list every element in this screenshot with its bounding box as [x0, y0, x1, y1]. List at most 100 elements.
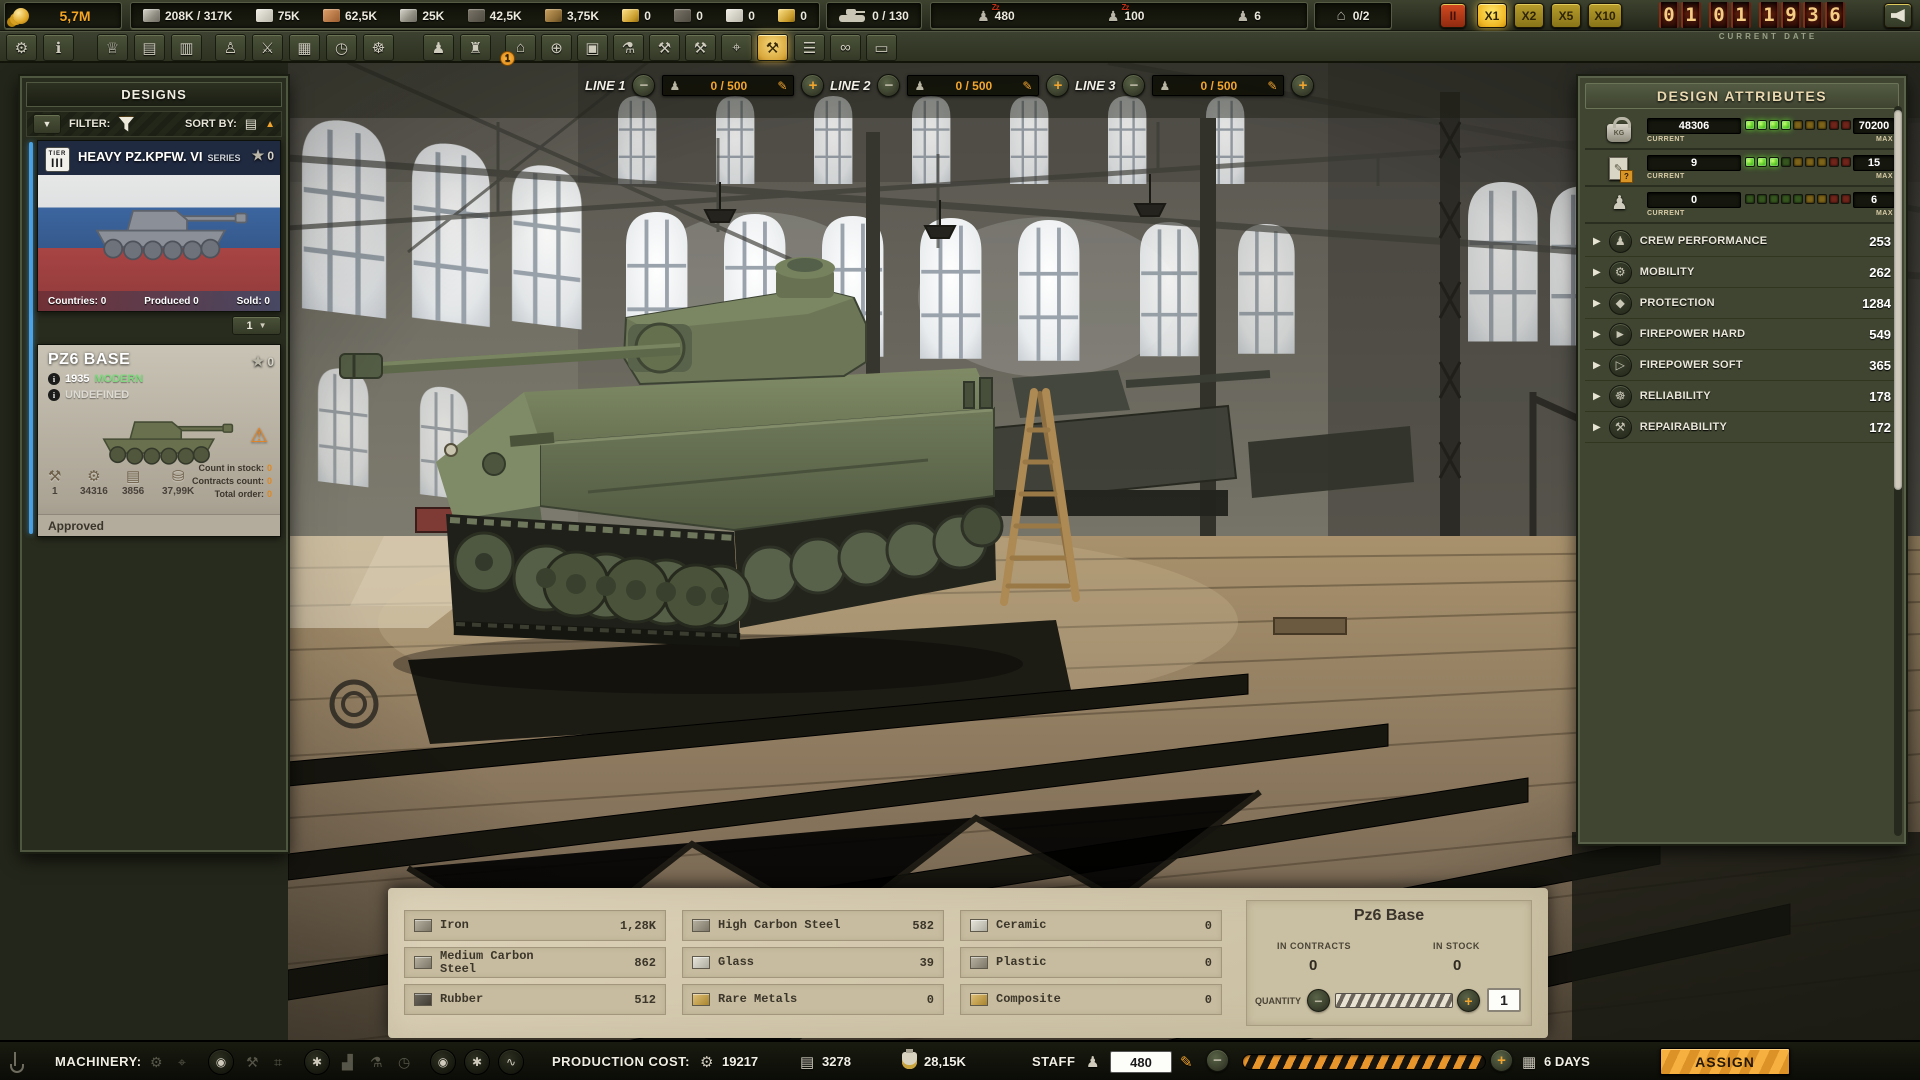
expand-arrow-icon[interactable]: ▶: [1593, 236, 1601, 247]
machine-press-icon[interactable]: ⌖: [178, 1054, 186, 1071]
sort-direction-icon[interactable]: ▲: [265, 119, 275, 130]
coal-icon: [674, 9, 691, 22]
attributes-scrollbar-thumb[interactable]: [1894, 110, 1902, 490]
personnel-button[interactable]: ♟: [423, 34, 454, 61]
speed-x10-button[interactable]: X10: [1588, 3, 1622, 28]
crew-led-gauge: [1745, 194, 1851, 204]
research-button[interactable]: ⚗: [613, 34, 644, 61]
build-time-stat: ⚒ 1: [48, 467, 61, 497]
machine-anvil-icon[interactable]: ▟: [342, 1054, 353, 1071]
speed-x5-button[interactable]: X5: [1551, 3, 1581, 28]
expand-arrow-icon[interactable]: ▶: [1593, 267, 1601, 278]
maintenance-button[interactable]: ⚒: [685, 34, 716, 61]
workshop-button[interactable]: ⚒: [649, 34, 680, 61]
machine-caliper-icon[interactable]: ⌗: [274, 1054, 282, 1071]
edit-pencil-icon[interactable]: ✎: [1267, 80, 1277, 92]
line-2-increase-button[interactable]: +: [1046, 74, 1069, 97]
gear-icon: ⚙: [87, 467, 100, 485]
sound-button[interactable]: [1884, 3, 1912, 28]
military-button[interactable]: ⚔: [252, 34, 283, 61]
machine-saw-button[interactable]: ✱: [464, 1049, 490, 1075]
attribute-row-firepower-soft[interactable]: ▶ ▷ FIREPOWER SOFT 365: [1585, 350, 1899, 381]
armor-button[interactable]: ☰: [794, 34, 825, 61]
newspaper-button[interactable]: ▤: [134, 34, 165, 61]
machine-gauge-icon[interactable]: ◷: [398, 1054, 410, 1071]
variant-count-dropdown[interactable]: 1 ▼: [232, 316, 281, 335]
line-1-increase-button[interactable]: +: [801, 74, 824, 97]
machine-lathe-button[interactable]: ◉: [430, 1049, 456, 1075]
modules-button[interactable]: ▭: [866, 34, 897, 61]
staff-increase-button[interactable]: +: [1490, 1049, 1513, 1072]
attribute-row-mobility[interactable]: ▶ ⚙ MOBILITY 262: [1585, 257, 1899, 288]
line-3-increase-button[interactable]: +: [1291, 74, 1314, 97]
expand-arrow-icon[interactable]: ▶: [1593, 360, 1601, 371]
slots-current: 9: [1647, 155, 1741, 171]
info-button[interactable]: ℹ: [43, 34, 74, 61]
attribute-row-reliability[interactable]: ▶ ☸ RELIABILITY 178: [1585, 381, 1899, 412]
edit-pencil-icon[interactable]: ✎: [1022, 80, 1032, 92]
filter-funnel-icon[interactable]: [118, 117, 134, 132]
chassis-button[interactable]: ∞: [830, 34, 861, 61]
attribute-row-crew-performance[interactable]: ▶ ♟ CREW PERFORMANCE 253: [1585, 226, 1899, 257]
money-cost-stat: ⛁ 37,99K: [162, 467, 194, 497]
edit-pencil-icon[interactable]: ✎: [777, 80, 787, 92]
speed-x1-button[interactable]: X1: [1477, 3, 1507, 28]
design-bureau-button[interactable]: ⌖: [721, 34, 752, 61]
staff-edit-pencil-icon[interactable]: ✎: [1180, 1053, 1193, 1071]
design-variant-card[interactable]: PZ6 BASE ★ 0 i 1935 MODERN i UNDEFINED: [37, 344, 281, 537]
line-1-capacity[interactable]: ♟ 0 / 500 ✎: [662, 75, 794, 96]
line-2-capacity[interactable]: ♟ 0 / 500 ✎: [907, 75, 1039, 96]
order-info: Total order:0: [215, 489, 272, 499]
speed-x2-button[interactable]: X2: [1514, 3, 1544, 28]
machinery-button[interactable]: ☸: [363, 34, 394, 61]
reports-button[interactable]: ▥: [171, 34, 202, 61]
sort-icon[interactable]: ▤: [245, 116, 257, 132]
line-3-capacity[interactable]: ♟ 0 / 500 ✎: [1152, 75, 1284, 96]
history-button[interactable]: ◷: [326, 34, 357, 61]
quantity-increase-button[interactable]: +: [1457, 989, 1480, 1012]
attribute-row-firepower-hard[interactable]: ▶ ► FIREPOWER HARD 549: [1585, 319, 1899, 350]
production-button[interactable]: ⚒: [757, 34, 788, 61]
tier-badge: TIER III: [45, 147, 70, 172]
expand-arrow-icon[interactable]: ▶: [1593, 298, 1601, 309]
material-row-medium-carbon-steel: Medium Carbon Steel 862: [404, 947, 666, 978]
factory-button[interactable]: ⌂1: [505, 34, 536, 61]
weight-gauge: KG 48306 70200 CURRENT MAX: [1585, 114, 1899, 150]
attribute-row-repairability[interactable]: ▶ ⚒ REPAIRABILITY 172: [1585, 412, 1899, 443]
medal-icon: ★: [252, 147, 265, 164]
line-1-decrease-button[interactable]: −: [632, 74, 655, 97]
crew-performance-icon: ♟: [1609, 230, 1632, 253]
modern-tag: MODERN: [94, 373, 143, 385]
quantity-slider[interactable]: [1335, 993, 1453, 1008]
staff-count-input[interactable]: 480: [1110, 1051, 1172, 1073]
machine-hammer-icon[interactable]: ⚒: [246, 1054, 259, 1071]
attribute-row-protection[interactable]: ▶ ◆ PROTECTION 1284: [1585, 288, 1899, 319]
machine-torch-icon[interactable]: ⚗: [370, 1054, 383, 1071]
city-button[interactable]: ▦: [289, 34, 320, 61]
filter-collapse-button[interactable]: ▼: [33, 114, 61, 134]
main-toolbar: ⚙ ℹ ♕ ▤ ▥ ♙ ⚔ ▦ ◷ ☸ ♟ ♜ ⌂1 ⊕ ▣ ⚗ ⚒ ⚒ ⌖ ⚒…: [0, 31, 1920, 63]
engineer-icon: ♟Zz: [1107, 9, 1120, 23]
quantity-decrease-button[interactable]: −: [1307, 989, 1330, 1012]
staff-allocation-bar[interactable]: [1242, 1054, 1486, 1070]
achievements-button[interactable]: ♕: [97, 34, 128, 61]
quantity-value[interactable]: 1: [1487, 988, 1521, 1012]
line-2-decrease-button[interactable]: −: [877, 74, 900, 97]
pause-button[interactable]: II: [1440, 3, 1466, 28]
machine-mill-button[interactable]: ✱: [304, 1049, 330, 1075]
staff-decrease-button[interactable]: −: [1206, 1049, 1229, 1072]
intelligence-button[interactable]: ♙: [215, 34, 246, 61]
machine-lathe-icon[interactable]: ⚙: [150, 1054, 163, 1071]
contracts-button[interactable]: ▣: [577, 34, 608, 61]
settings-button[interactable]: ⚙: [6, 34, 37, 61]
design-series-card[interactable]: TIER III HEAVY PZ.KPFW. VISERIES ★ 0: [37, 140, 281, 312]
line-3-decrease-button[interactable]: −: [1122, 74, 1145, 97]
army-button[interactable]: ♜: [460, 34, 491, 61]
machine-drill-button[interactable]: ◉: [208, 1049, 234, 1075]
world-market-button[interactable]: ⊕: [541, 34, 572, 61]
assign-button[interactable]: ASSIGN: [1660, 1048, 1790, 1075]
expand-arrow-icon[interactable]: ▶: [1593, 329, 1601, 340]
machine-spring-button[interactable]: ∿: [498, 1049, 524, 1075]
expand-arrow-icon[interactable]: ▶: [1593, 422, 1601, 433]
expand-arrow-icon[interactable]: ▶: [1593, 391, 1601, 402]
